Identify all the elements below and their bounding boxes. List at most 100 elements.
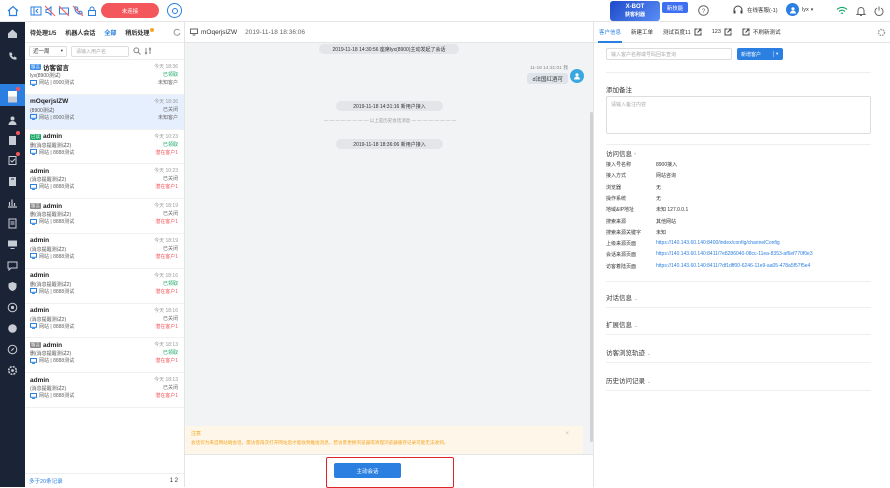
nav-target-icon[interactable] [7, 302, 18, 313]
sort-icon[interactable] [144, 47, 152, 55]
tab-later[interactable]: 稍后处理 [125, 27, 155, 37]
nav-book-icon[interactable] [7, 176, 18, 187]
visit-info-title[interactable]: 访问信息 ^ [606, 148, 636, 158]
tab-new-ticket[interactable]: 新建工单 [626, 22, 658, 43]
monitor-icon [30, 79, 37, 86]
nav-home-icon[interactable] [7, 28, 18, 39]
start-conversation-button[interactable]: 主动会话 [334, 463, 401, 478]
conversation-item[interactable]: 留言 admin 删(消息提醒测试2) 网站 | 8888测试 今天 18:19 已关闭潜… [25, 199, 184, 234]
visit-info-key: 接入方式 [606, 173, 627, 180]
new-skill-badge[interactable]: 新技能 [662, 2, 688, 13]
visit-info-link[interactable]: https://140.143.60.140:8411/?e8286040-08… [656, 251, 813, 258]
nav-compass-icon[interactable] [7, 344, 18, 355]
conversation-item[interactable]: admin 删(消息提醒测试2) 网站 | 8888测试 今天 18:16 已领取 潜在客… [25, 269, 184, 304]
help-icon[interactable]: ? [698, 5, 709, 16]
conversation-source-label: 网站 | 8888测试 [39, 253, 75, 260]
no-phone-icon[interactable] [72, 5, 84, 17]
customer-type: 潜在客户1 [155, 149, 178, 156]
conversation-item[interactable]: 留言 admin 删(消息提醒测试2) 网站 | 8888测试 今天 18:13 已领取潜… [25, 338, 184, 374]
chevron-down-icon: ⌄ [646, 379, 651, 384]
agent-status[interactable]: 在线客服(-1) [732, 4, 778, 16]
collapse-icon[interactable] [30, 5, 42, 17]
conversation-item[interactable]: 已读 admin 删(消息提醒测试2) 网站 | 8888测试 今天 10:23 已领取潜… [25, 130, 184, 165]
chat-title: mOqerjslZW [201, 28, 238, 36]
connection-status-button[interactable]: 未连接 [101, 3, 159, 18]
section-dialog-info[interactable]: 对话信息 ⌄ [606, 292, 638, 302]
conversation-item[interactable]: admin (消息提醒测试2) 网站 | 8888测试 今天 10:23 已关闭 潜在客户… [25, 164, 184, 200]
user-search-input[interactable]: 请输入用户名 [71, 45, 129, 57]
chevron-down-icon[interactable]: ▾ [773, 51, 778, 57]
nav-mail-icon[interactable] [7, 94, 18, 105]
conversation-source-label: 网站 | 8888测试 [39, 393, 75, 400]
conversation-item[interactable]: 留言 访客留言 lyx(8900测试) 网站 | 8900测试 今天 18:36 已领取未… [25, 60, 184, 95]
nav-report-icon[interactable] [7, 197, 18, 208]
nav-phone-icon[interactable] [7, 51, 18, 62]
visit-info-link[interactable]: https://140.143.60.140:8400/index/config… [656, 240, 780, 247]
tab-baidu-test[interactable]: 测试百度11 [658, 22, 707, 43]
conversation-name: admin [43, 202, 63, 210]
customer-search-input[interactable]: 输入客户名称或号码回车查询 [606, 48, 732, 60]
nav-contacts-icon[interactable] [7, 115, 18, 126]
bell-icon[interactable] [855, 5, 867, 17]
nav-settings-icon[interactable] [7, 365, 18, 376]
conversation-item[interactable]: admin (消息提醒测试2) 网站 | 8888测试 今天 18:19 已关闭 潜在客户… [25, 234, 184, 269]
visit-info-value: 无 [656, 195, 662, 202]
pagination[interactable]: 1 2 [170, 478, 178, 484]
tab-pending[interactable]: 待处理1/5 [30, 28, 56, 37]
section-browse-track[interactable]: 访客浏览轨迹 ⌄ [606, 347, 651, 357]
power-icon[interactable] [873, 5, 885, 17]
more-records-link[interactable]: 多于20条记录 [29, 477, 63, 485]
nav-doc-icon[interactable] [7, 218, 18, 229]
conversation-name: admin [30, 376, 50, 384]
tab-robot[interactable]: 机器人会话 [65, 28, 95, 37]
mute-icon[interactable] [44, 5, 56, 17]
tab-all[interactable]: 全部 [104, 28, 116, 37]
chevron-up-icon: ^ [633, 152, 636, 157]
tab-no-refresh[interactable]: 不刷新测试 [737, 22, 786, 43]
visit-info-key: 会话来源页面 [606, 252, 637, 259]
lock-icon[interactable] [86, 5, 98, 17]
external-link-icon [694, 28, 702, 36]
status-settings-button[interactable] [167, 3, 182, 18]
note-textarea[interactable]: 请输入备注内容 [606, 96, 871, 134]
nav-tickets-icon[interactable] [7, 135, 18, 146]
xbot-promo-banner[interactable]: X-BOT 获客利器 [610, 1, 660, 21]
user-menu[interactable]: lyx ▾ [786, 3, 813, 16]
visit-info-row: 搜索来源 其他网站 [606, 218, 876, 225]
visit-info-link[interactable]: https://140.143.60.140:8411/?df1dff00-62… [656, 263, 810, 270]
history-divider-label: 以上是历史会话消息 [369, 118, 411, 123]
conversation-item[interactable]: mOqerjslZW (8900测试) 网站 | 8900测试 今天 18:36 已关闭… [25, 94, 184, 130]
tab-123[interactable]: 123 [707, 22, 737, 43]
external-link-icon [742, 28, 750, 36]
notice-title: 注意 [191, 431, 202, 437]
refresh-icon[interactable] [173, 28, 181, 36]
date-range-select[interactable]: 近一周 ▾ [29, 45, 67, 57]
nav-monitor-icon[interactable] [7, 239, 18, 250]
visit-info-key: 浏览器 [606, 184, 622, 191]
tickets-dot [16, 131, 20, 135]
settings-icon[interactable] [877, 28, 886, 37]
close-icon[interactable]: × [565, 431, 569, 437]
list-footer: 多于20条记录 1 2 [25, 473, 184, 487]
monitor-icon [30, 323, 37, 330]
new-customer-button[interactable]: 新增客户 ▾ [737, 48, 783, 60]
section-extended-info[interactable]: 扩展信息 ⌄ [606, 319, 638, 329]
conversation-item[interactable]: admin (消息提醒测试2) 网站 | 8888测试 今天 18:16 已关闭 潜在客户… [25, 304, 184, 339]
section-history-visits[interactable]: 历史访问记录 ⌄ [606, 375, 651, 385]
conversation-tag: 留言 [30, 342, 41, 349]
svg-text:?: ? [702, 9, 706, 15]
home-icon[interactable] [7, 5, 19, 17]
date-range-value: 近一周 [33, 49, 50, 55]
visit-info-key: 操作系统 [606, 195, 627, 202]
no-message-icon[interactable] [58, 5, 70, 17]
nav-shield-icon[interactable] [7, 281, 18, 292]
visit-info-key: 上级来源页面 [606, 241, 637, 248]
nav-globe-icon[interactable] [7, 323, 18, 334]
search-icon[interactable] [133, 47, 141, 55]
tab-customer-info[interactable]: 客户信息 [594, 22, 626, 43]
conversation-item[interactable]: admin (消息提醒测试2) 网站 | 8888测试 今天 18:13 已关闭 潜在客户… [25, 373, 184, 408]
visit-info-row: 搜索来源关键字 未知 [606, 229, 876, 236]
conversation-subtitle: 删(消息提醒测试2) [30, 142, 72, 149]
nav-chat-log-icon[interactable] [7, 260, 18, 271]
nav-task-icon[interactable] [7, 155, 18, 166]
